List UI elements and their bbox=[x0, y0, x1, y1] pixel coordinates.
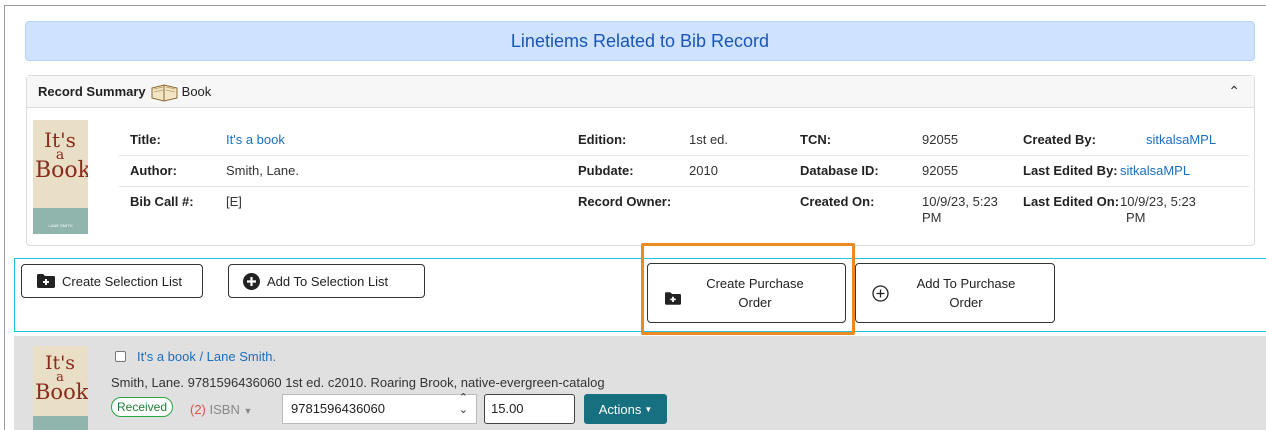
lineitem-details: Smith, Lane. 9781596436060 1st ed. c2010… bbox=[111, 375, 605, 390]
created-on-date: 10/9/23, 5:23 bbox=[922, 194, 998, 209]
last-edited-by-link[interactable]: sitkalsaMPL bbox=[1120, 163, 1190, 179]
author-label: Author: bbox=[130, 163, 177, 178]
price-input[interactable]: 15.00 bbox=[484, 394, 575, 424]
lineitem-title-link[interactable]: It's a book / Lane Smith. bbox=[137, 349, 276, 365]
record-summary-heading: Record Summary bbox=[38, 84, 146, 99]
book-cover-image: It's a Book LANE SMITH bbox=[33, 120, 88, 234]
related-lineitems-title: Linetiems Related to Bib Record bbox=[510, 30, 770, 51]
spinner-arrows-icon[interactable]: ⌃ ⌄ bbox=[459, 392, 468, 416]
last-edited-on-date: 10/9/23, 5:23 bbox=[1120, 194, 1196, 209]
related-lineitems-header: Linetiems Related to Bib Record bbox=[25, 21, 1255, 61]
created-by-label: Created By: bbox=[1023, 132, 1096, 147]
author-value: Smith, Lane. bbox=[226, 163, 299, 178]
chevron-up-icon[interactable]: ⌃ bbox=[1228, 83, 1240, 100]
created-on-ampm: PM bbox=[922, 210, 942, 225]
li-cover-text-3: Book bbox=[35, 380, 88, 404]
lineitem-cover-image: It's a Book bbox=[33, 346, 88, 430]
record-summary-card: Record Summary Book ⌃ It's a Book LANE S… bbox=[26, 75, 1255, 246]
li-cover-band bbox=[33, 416, 88, 430]
last-edited-on-value: 10/9/23, 5:23 PM bbox=[1120, 194, 1196, 226]
caret-down-icon: ▼ bbox=[644, 404, 653, 414]
pubdate-label: Pubdate: bbox=[578, 163, 634, 178]
plus-circle-icon bbox=[243, 272, 260, 290]
add-to-purchase-order-label: Add To Purchase Order bbox=[901, 274, 1031, 312]
add-to-selection-list-label: Add To Selection List bbox=[267, 273, 389, 289]
add-po-label-line2: Order bbox=[949, 295, 983, 310]
row-divider bbox=[119, 186, 1249, 187]
actions-dropdown-label: Actions bbox=[598, 401, 642, 417]
tcn-value: 92055 bbox=[922, 132, 959, 147]
callnum-value: [E] bbox=[226, 194, 242, 209]
row-divider bbox=[119, 155, 1249, 156]
record-format-label: Book bbox=[181, 84, 212, 99]
callnum-label: Bib Call #: bbox=[130, 194, 194, 209]
tcn-label: TCN: bbox=[800, 132, 832, 147]
title-label: Title: bbox=[130, 132, 161, 147]
identifier-value-text: 9781596436060 bbox=[291, 401, 385, 416]
cover-band: LANE SMITH bbox=[33, 208, 88, 234]
add-to-purchase-order-button[interactable]: Add To Purchase Order bbox=[855, 263, 1055, 323]
database-id-value: 92055 bbox=[922, 163, 959, 178]
folder-plus-icon bbox=[37, 274, 55, 288]
last-edited-on-label: Last Edited On: bbox=[1023, 194, 1120, 209]
create-selection-list-button[interactable]: Create Selection List bbox=[21, 264, 203, 298]
edition-label: Edition: bbox=[578, 132, 627, 147]
plus-circle-outline-icon bbox=[872, 284, 889, 302]
record-summary-header[interactable]: Record Summary Book ⌃ bbox=[27, 76, 1254, 108]
created-on-label: Created On: bbox=[800, 194, 875, 209]
created-on-value: 10/9/23, 5:23 PM bbox=[922, 194, 998, 226]
open-book-icon bbox=[151, 83, 178, 102]
created-by-link[interactable]: sitkalsaMPL bbox=[1146, 132, 1216, 148]
cover-author-band: LANE SMITH bbox=[48, 223, 73, 228]
identifier-count: (2) bbox=[190, 402, 206, 417]
pubdate-value: 2010 bbox=[689, 163, 718, 178]
title-link[interactable]: It's a book bbox=[226, 132, 285, 148]
record-owner-label: Record Owner: bbox=[578, 194, 672, 209]
actions-dropdown-button[interactable]: Actions ▼ bbox=[584, 394, 667, 424]
database-id-label: Database ID: bbox=[800, 163, 879, 178]
create-selection-list-label: Create Selection List bbox=[62, 273, 182, 289]
identifier-type: ISBN bbox=[209, 402, 240, 417]
add-po-label-line1: Add To Purchase bbox=[916, 276, 1016, 291]
cover-text-3: Book bbox=[35, 158, 88, 183]
add-to-selection-list-button[interactable]: Add To Selection List bbox=[228, 264, 425, 298]
identifier-select[interactable]: (2) ISBN ▼ bbox=[190, 402, 252, 417]
lineitem-row: It's a Book It's a book / Lane Smith. Sm… bbox=[14, 336, 1266, 430]
status-badge: Received bbox=[111, 397, 174, 417]
edition-value: 1st ed. bbox=[689, 132, 729, 147]
identifier-value-input[interactable]: 9781596436060 ⌃ ⌄ bbox=[282, 392, 477, 424]
caret-down-icon: ▼ bbox=[243, 406, 253, 416]
last-edited-by-label: Last Edited By: bbox=[1023, 163, 1118, 178]
highlight-outline bbox=[641, 243, 855, 335]
lineitem-checkbox[interactable] bbox=[115, 351, 126, 362]
last-edited-on-ampm: PM bbox=[1126, 210, 1146, 225]
